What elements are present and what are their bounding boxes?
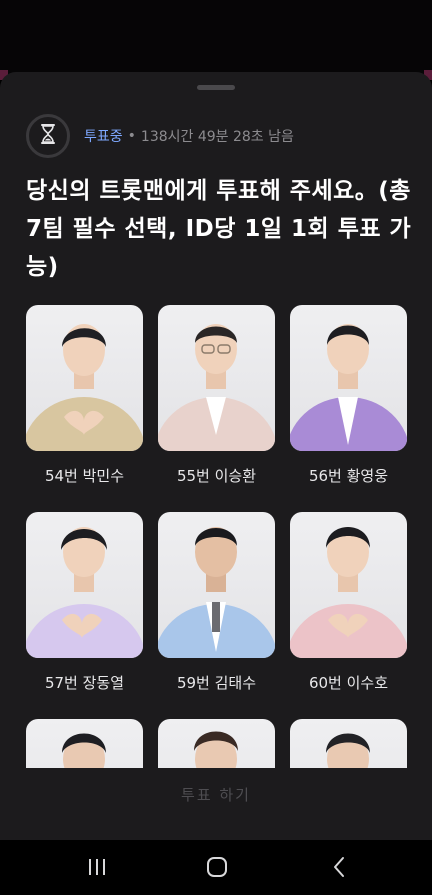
candidate-photo (158, 512, 275, 658)
candidate-label: 59번 김태수 (176, 674, 257, 692)
back-icon[interactable] (324, 852, 354, 882)
candidate-photo (290, 305, 407, 451)
candidate-card[interactable]: 54번 박민수 (26, 305, 143, 486)
candidate-photo (158, 305, 275, 451)
candidate-label: 55번 이승환 (176, 467, 257, 485)
home-icon[interactable] (202, 852, 232, 882)
vote-status-row: 투표중 • 138시간 49분 28초 남음 (26, 114, 294, 158)
sheet-drag-handle[interactable] (197, 85, 235, 90)
candidate-label: 60번 이수호 (308, 674, 389, 692)
vote-bottom-sheet: 투표중 • 138시간 49분 28초 남음 당신의 트롯맨에게 투표해 주세요… (0, 72, 432, 840)
vote-button[interactable]: 투표 하기 (0, 784, 432, 805)
candidate-card[interactable]: 56번 황영웅 (290, 305, 407, 486)
timer-ring (26, 114, 70, 158)
remaining-time: 138시간 49분 28초 남음 (140, 129, 294, 145)
page-title: 당신의 트롯맨에게 투표해 주세요。(총 7팀 필수 선택, ID당 1일 1회… (26, 178, 412, 280)
candidate-photo (26, 512, 143, 658)
candidate-card[interactable]: 60번 이수호 (290, 512, 407, 693)
system-nav-bar (0, 840, 432, 895)
candidate-label: 54번 박민수 (44, 467, 125, 485)
candidate-card[interactable]: 59번 김태수 (158, 512, 275, 693)
candidate-label: 56번 황영웅 (308, 467, 389, 485)
separator-dot: • (127, 128, 136, 144)
screen: 투표중 • 138시간 49분 28초 남음 당신의 트롯맨에게 투표해 주세요… (0, 0, 432, 895)
candidate-card[interactable]: 55번 이승환 (158, 305, 275, 486)
candidate-card[interactable]: 57번 장동열 (26, 512, 143, 693)
vote-status-text: 투표중 • 138시간 49분 28초 남음 (84, 126, 294, 146)
recent-apps-icon[interactable] (82, 852, 112, 882)
candidate-label: 57번 장동열 (44, 674, 125, 692)
candidate-photo (26, 305, 143, 451)
status-bar-area (0, 0, 432, 80)
vote-state-label: 투표중 (84, 129, 123, 145)
candidate-photo (290, 512, 407, 658)
hourglass-icon (40, 124, 56, 148)
